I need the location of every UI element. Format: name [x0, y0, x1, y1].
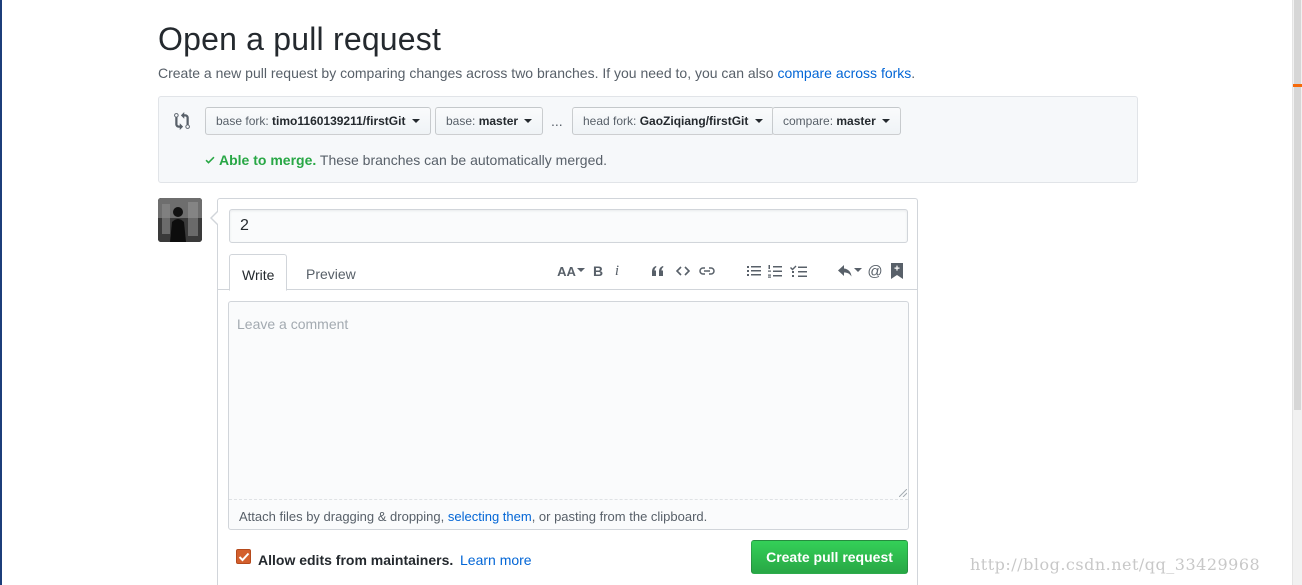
learn-more-link[interactable]: Learn more	[460, 552, 532, 568]
scrollbar-thumb[interactable]	[1294, 0, 1301, 410]
pr-title-input[interactable]: 2	[229, 209, 908, 243]
reply-icon[interactable]	[838, 262, 862, 280]
resize-handle-icon[interactable]	[899, 489, 907, 497]
chevron-down-icon	[882, 118, 891, 123]
mention-icon[interactable]: @	[867, 262, 883, 280]
merge-status: Able to merge. These branches can be aut…	[203, 152, 607, 168]
watermark: http://blog.csdn.net/qq_33429968	[970, 555, 1261, 574]
text-size-icon[interactable]: AA	[557, 262, 585, 280]
base-branch-select[interactable]: base: master	[435, 107, 544, 135]
saved-reply-icon[interactable]	[890, 262, 904, 280]
head-fork-select[interactable]: head fork: GaoZiqiang/firstGit	[572, 107, 774, 135]
merge-status-text: These branches can be automatically merg…	[316, 152, 608, 168]
bold-tool-label: B	[592, 263, 604, 279]
chevron-down-icon	[524, 118, 533, 123]
chevron-down-icon	[854, 268, 862, 272]
bold-icon[interactable]: B	[592, 262, 604, 280]
git-compare-icon	[174, 112, 190, 130]
head-fork-value: GaoZiqiang/firstGit	[639, 114, 749, 128]
page-title: Open a pull request	[158, 21, 442, 57]
attach-text-start: Attach files by dragging & dropping,	[239, 509, 448, 524]
editor-tabs: Write Preview AA B i @	[218, 254, 917, 291]
scroll-position-marker	[1293, 84, 1302, 87]
subtitle-period: .	[911, 65, 916, 81]
italic-icon[interactable]: i	[612, 262, 622, 280]
head-fork-label: head fork:	[583, 114, 637, 128]
subtitle-text: Create a new pull request by comparing c…	[158, 65, 778, 81]
page-subtitle: Create a new pull request by comparing c…	[158, 65, 915, 81]
unordered-list-icon[interactable]	[746, 262, 762, 280]
merge-ok-text: Able to merge.	[219, 152, 317, 168]
attach-files-bar[interactable]: Attach files by dragging & dropping, sel…	[229, 499, 908, 529]
base-fork-label: base fork:	[216, 114, 269, 128]
italic-tool-label: i	[614, 262, 620, 279]
code-icon[interactable]	[675, 262, 691, 280]
quote-icon[interactable]	[650, 262, 666, 280]
tab-preview[interactable]: Preview	[294, 254, 368, 291]
base-fork-value: timo1160139211/firstGit	[272, 114, 406, 128]
vertical-scrollbar[interactable]	[1292, 0, 1302, 585]
compare-branch-value: master	[836, 114, 876, 128]
create-pull-request-button[interactable]: Create pull request	[751, 540, 908, 574]
base-branch-value: master	[478, 114, 519, 128]
chevron-down-icon	[576, 268, 585, 272]
compare-branch-label: compare:	[783, 114, 834, 128]
allow-edits-checkbox[interactable]	[236, 549, 251, 564]
task-list-icon[interactable]	[789, 262, 807, 280]
comment-textarea[interactable]: Leave a comment Attach files by dragging…	[228, 301, 909, 530]
allow-edits-label[interactable]: Allow edits from maintainers.	[258, 552, 453, 568]
chevron-down-icon	[411, 118, 420, 123]
pull-request-form: 2 Write Preview AA B i @ Leave a comment…	[210, 198, 918, 585]
ordered-list-icon[interactable]	[767, 262, 783, 280]
tab-write[interactable]: Write	[229, 254, 288, 291]
checkmark-icon	[238, 552, 250, 562]
avatar[interactable]	[158, 198, 202, 242]
avatar-image	[158, 198, 202, 242]
header-tool-label: AA	[557, 263, 576, 279]
branch-range-editor: base fork: timo1160139211/firstGit base:…	[158, 96, 1138, 183]
chevron-down-icon	[754, 118, 763, 123]
range-ellipsis: ...	[551, 113, 563, 129]
compare-branch-select[interactable]: compare: master	[772, 107, 902, 135]
left-window-edge	[0, 0, 2, 585]
attach-text-end: , or pasting from the clipboard.	[531, 509, 708, 524]
comment-placeholder: Leave a comment	[237, 316, 349, 332]
base-fork-select[interactable]: base fork: timo1160139211/firstGit	[205, 107, 431, 135]
link-icon[interactable]	[698, 262, 716, 280]
check-icon	[205, 156, 215, 164]
base-branch-label: base:	[446, 114, 476, 128]
selecting-them-link[interactable]: selecting them	[448, 509, 532, 524]
compare-across-forks-link[interactable]: compare across forks	[777, 65, 911, 81]
